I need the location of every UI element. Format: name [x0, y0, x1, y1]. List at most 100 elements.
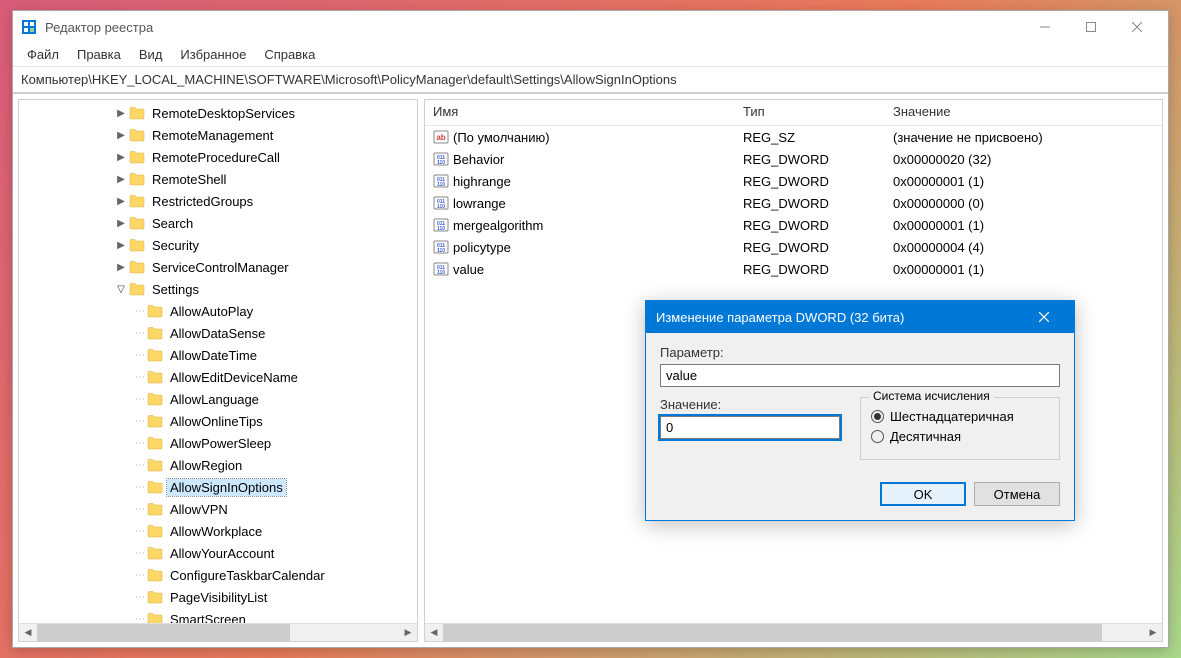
menu-favorites[interactable]: Избранное [172, 45, 254, 64]
tree-item[interactable]: ▶Search [19, 212, 417, 234]
folder-icon [129, 216, 145, 230]
scroll-left-icon[interactable]: ◀ [425, 624, 443, 642]
minimize-button[interactable] [1022, 11, 1068, 43]
tree-item[interactable]: ⋯AllowPowerSleep [19, 432, 417, 454]
param-input[interactable] [660, 364, 1060, 387]
chevron-right-icon[interactable]: ▶ [113, 171, 129, 187]
list-row[interactable]: (По умолчанию)REG_SZ(значение не присвое… [425, 126, 1162, 148]
radio-dec-label: Десятичная [890, 429, 961, 444]
list-row[interactable]: valueREG_DWORD0x00000001 (1) [425, 258, 1162, 280]
folder-icon [147, 414, 163, 428]
list-row[interactable]: highrangeREG_DWORD0x00000001 (1) [425, 170, 1162, 192]
tree-item[interactable]: ⋯SmartScreen [19, 608, 417, 623]
tree-scrollbar[interactable]: ◀ ▶ [19, 623, 417, 641]
tree-item-label: AllowWorkplace [167, 523, 265, 540]
chevron-right-icon[interactable]: ▶ [113, 237, 129, 253]
menu-edit[interactable]: Правка [69, 45, 129, 64]
tree-item-label: AllowLanguage [167, 391, 262, 408]
edit-dword-dialog: Изменение параметра DWORD (32 бита) Пара… [645, 300, 1075, 521]
dialog-close-button[interactable] [1024, 301, 1064, 333]
folder-icon [147, 502, 163, 516]
chevron-right-icon[interactable]: ▶ [113, 127, 129, 143]
tree-item[interactable]: ▶ ServiceControlManager [19, 256, 417, 278]
scroll-right-icon[interactable]: ▶ [399, 624, 417, 642]
value-name: Behavior [453, 152, 504, 167]
value-type-icon [433, 129, 449, 145]
value-label: Значение: [660, 397, 840, 412]
value-type: REG_DWORD [743, 196, 829, 211]
tree-item-label: RemoteShell [149, 171, 229, 188]
folder-icon [147, 546, 163, 560]
tree-item-label: AllowPowerSleep [167, 435, 274, 452]
cancel-button[interactable]: Отмена [974, 482, 1060, 506]
radio-hex[interactable] [871, 410, 884, 423]
ok-button[interactable]: OK [880, 482, 966, 506]
folder-icon [129, 282, 145, 296]
chevron-right-icon[interactable]: ▶ [113, 215, 129, 231]
tree-item[interactable]: ▶ RemoteProcedureCall [19, 146, 417, 168]
tree-item[interactable]: ⋯AllowDateTime [19, 344, 417, 366]
maximize-button[interactable] [1068, 11, 1114, 43]
tree-item-label: ServiceControlManager [149, 259, 292, 276]
value-input[interactable] [660, 416, 840, 439]
tree-item[interactable]: ⋯AllowDataSense [19, 322, 417, 344]
chevron-right-icon[interactable]: ▶ [113, 149, 129, 165]
tree-leaf-icon: ⋯ [131, 306, 147, 317]
tree-item-label: RemoteProcedureCall [149, 149, 283, 166]
close-button[interactable] [1114, 11, 1160, 43]
radio-hex-label: Шестнадцатеричная [890, 409, 1014, 424]
menu-view[interactable]: Вид [131, 45, 171, 64]
tree-leaf-icon: ⋯ [131, 570, 147, 581]
tree-panel: ▶RemoteDesktopServices▶RemoteManagement▶… [18, 99, 418, 642]
list-scrollbar[interactable]: ◀ ▶ [425, 623, 1162, 641]
tree-item[interactable]: ⋯AllowOnlineTips [19, 410, 417, 432]
tree-item[interactable]: ⋯AllowAutoPlay [19, 300, 417, 322]
tree-item[interactable]: ⋯PageVisibilityList [19, 586, 417, 608]
tree-item[interactable]: ⋯AllowEditDeviceName [19, 366, 417, 388]
menu-help[interactable]: Справка [256, 45, 323, 64]
tree-item-label: Security [149, 237, 202, 254]
tree-item[interactable]: ▶RestrictedGroups [19, 190, 417, 212]
tree-item[interactable]: ⋯ConfigureTaskbarCalendar [19, 564, 417, 586]
tree-body[interactable]: ▶RemoteDesktopServices▶RemoteManagement▶… [19, 100, 417, 623]
tree-item-label: AllowEditDeviceName [167, 369, 301, 386]
tree-item[interactable]: ▶ Security [19, 234, 417, 256]
list-row[interactable]: lowrangeREG_DWORD0x00000000 (0) [425, 192, 1162, 214]
col-name[interactable]: Имя [425, 100, 735, 125]
tree-item[interactable]: ⋯AllowYourAccount [19, 542, 417, 564]
list-row[interactable]: BehaviorREG_DWORD0x00000020 (32) [425, 148, 1162, 170]
titlebar[interactable]: Редактор реестра [13, 11, 1168, 43]
tree-item[interactable]: ▶ RemoteShell [19, 168, 417, 190]
value-name: policytype [453, 240, 511, 255]
radio-dec-row[interactable]: Десятичная [871, 429, 1049, 444]
radio-dec[interactable] [871, 430, 884, 443]
address-bar[interactable]: Компьютер\HKEY_LOCAL_MACHINE\SOFTWARE\Mi… [13, 67, 1168, 93]
tree-item[interactable]: ▽Settings [19, 278, 417, 300]
tree-item[interactable]: ▶RemoteManagement [19, 124, 417, 146]
list-row[interactable]: policytypeREG_DWORD0x00000004 (4) [425, 236, 1162, 258]
col-type[interactable]: Тип [735, 100, 885, 125]
chevron-right-icon[interactable]: ▶ [113, 259, 129, 275]
list-row[interactable]: mergealgorithmREG_DWORD0x00000001 (1) [425, 214, 1162, 236]
tree-item[interactable]: ▶RemoteDesktopServices [19, 102, 417, 124]
col-value[interactable]: Значение [885, 100, 1162, 125]
tree-item[interactable]: ⋯AllowRegion [19, 454, 417, 476]
radio-hex-row[interactable]: Шестнадцатеричная [871, 409, 1049, 424]
tree-item[interactable]: ⋯AllowSignInOptions [19, 476, 417, 498]
tree-item[interactable]: ⋯AllowWorkplace [19, 520, 417, 542]
tree-item[interactable]: ⋯AllowVPN [19, 498, 417, 520]
folder-icon [129, 260, 145, 274]
menu-file[interactable]: Файл [19, 45, 67, 64]
folder-icon [129, 128, 145, 142]
folder-icon [147, 326, 163, 340]
tree-item[interactable]: ⋯ AllowLanguage [19, 388, 417, 410]
scroll-left-icon[interactable]: ◀ [19, 624, 37, 642]
tree-leaf-icon: ⋯ [131, 394, 147, 405]
chevron-right-icon[interactable]: ▶ [113, 105, 129, 121]
window-title: Редактор реестра [45, 20, 1022, 35]
folder-icon [147, 348, 163, 362]
folder-icon [147, 436, 163, 450]
chevron-right-icon[interactable]: ▶ [113, 193, 129, 209]
scroll-right-icon[interactable]: ▶ [1144, 624, 1162, 642]
chevron-down-icon[interactable]: ▽ [113, 281, 129, 297]
